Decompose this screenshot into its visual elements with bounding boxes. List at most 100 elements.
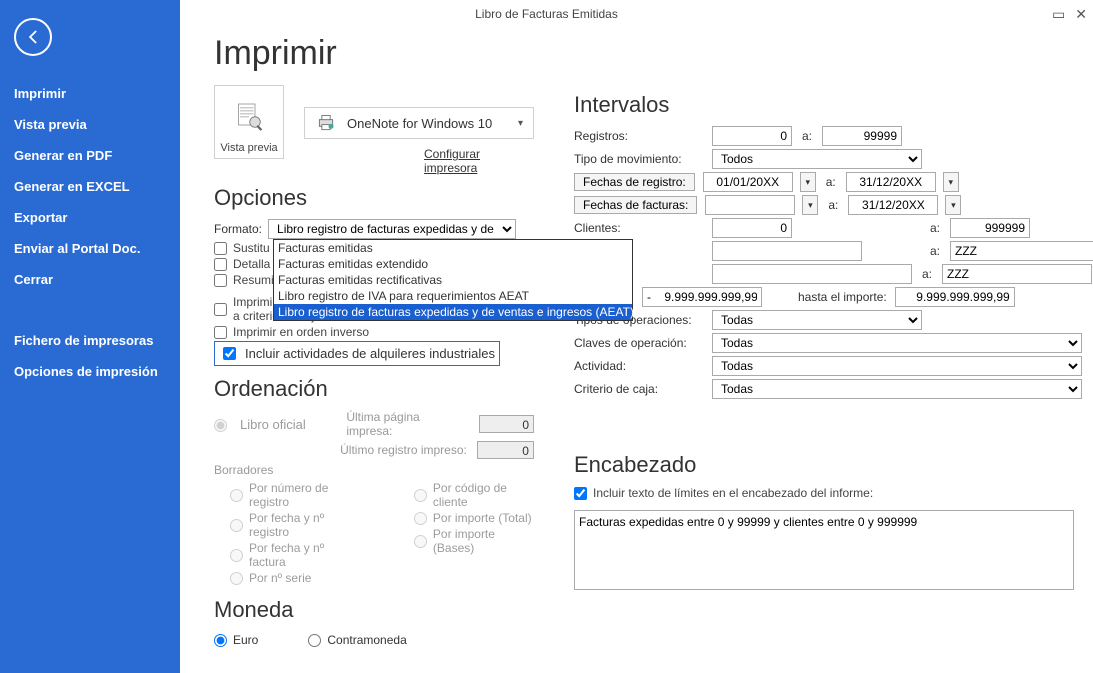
sidebar-item-generar-excel[interactable]: Generar en EXCEL [0, 171, 180, 202]
fechas-registro-button[interactable]: Fechas de registro: [574, 173, 695, 191]
tipo-mov-select[interactable]: Todos [712, 149, 922, 169]
fecha-reg-to[interactable] [846, 172, 936, 192]
ultima-pagina-label: Última página impresa: [346, 410, 469, 438]
date-from-picker[interactable]: ▾ [800, 172, 816, 192]
chk-alquileres-label: Incluir actividades de alquileres indust… [245, 346, 495, 361]
chk-alquileres[interactable] [223, 347, 236, 360]
chk-inverso[interactable] [214, 326, 227, 339]
ultimo-registro-label: Último registro impreso: [340, 443, 467, 457]
sidebar-item-exportar[interactable]: Exportar [0, 202, 180, 233]
radio-num-registro-label: Por número de registro [249, 481, 360, 509]
nif2-to[interactable] [942, 264, 1092, 284]
preview-icon [231, 100, 267, 138]
clientes-to[interactable] [950, 218, 1030, 238]
printer-select[interactable]: OneNote for Windows 10 ▾ [304, 107, 534, 139]
radio-codigo-cliente-label: Por código de cliente [433, 481, 534, 509]
sidebar-item-imprimir[interactable]: Imprimir [0, 78, 180, 109]
a-label-6: a: [920, 267, 934, 281]
format-option-4[interactable]: Libro registro de facturas expedidas y d… [274, 304, 632, 320]
chk-sustituir[interactable] [214, 242, 227, 255]
a-label-2: a: [824, 175, 838, 189]
ultima-pagina-value: 0 [479, 415, 534, 433]
fecha-fac-to[interactable] [848, 195, 938, 215]
date-to-picker[interactable]: ▾ [943, 172, 959, 192]
nif2-from[interactable] [712, 264, 912, 284]
chevron-down-icon: ▾ [518, 118, 523, 129]
chk-resumir-label: Resumi [233, 273, 274, 287]
hasta-importe[interactable] [895, 287, 1015, 307]
printer-icon [315, 113, 337, 133]
arrow-left-icon [23, 27, 43, 47]
date2-from-picker[interactable]: ▾ [802, 195, 818, 215]
intervalos-heading: Intervalos [574, 92, 1093, 118]
radio-importe-bases[interactable] [414, 535, 427, 548]
fecha-reg-from[interactable] [703, 172, 793, 192]
radio-euro[interactable] [214, 634, 227, 647]
actividad-select[interactable]: Todas [712, 356, 1082, 376]
a-label-3: a: [826, 198, 840, 212]
chk-detallar-label: Detalla [233, 257, 270, 271]
nif-to[interactable] [950, 241, 1093, 261]
desde-importe[interactable] [642, 287, 762, 307]
format-option-2[interactable]: Facturas emitidas rectificativas [274, 272, 632, 288]
registros-from[interactable] [712, 126, 792, 146]
sidebar-item-fichero-impresoras[interactable]: Fichero de impresoras [0, 325, 180, 356]
tipos-op-select[interactable]: Todas [712, 310, 922, 330]
chk-incluir-encabezado-label: Incluir texto de límites en el encabezad… [593, 486, 873, 500]
a-label-5: a: [928, 244, 942, 258]
preview-button[interactable]: Vista previa [214, 85, 284, 159]
ordenacion-heading: Ordenación [214, 376, 534, 402]
format-option-0[interactable]: Facturas emitidas [274, 240, 632, 256]
claves-op-select[interactable]: Todas [712, 333, 1082, 353]
chk-detallar[interactable] [214, 258, 227, 271]
radio-fecha-factura-label: Por fecha y nº factura [249, 541, 360, 569]
radio-fecha-factura[interactable] [230, 549, 243, 562]
criterio-label: Criterio de caja: [574, 382, 704, 396]
radio-num-serie[interactable] [230, 572, 243, 585]
sidebar-item-opciones-impresion[interactable]: Opciones de impresión [0, 356, 180, 387]
ultimo-registro-value: 0 [477, 441, 534, 459]
radio-importe-total-label: Por importe (Total) [433, 511, 532, 525]
radio-importe-total[interactable] [414, 512, 427, 525]
format-option-1[interactable]: Facturas emitidas extendido [274, 256, 632, 272]
radio-importe-bases-label: Por importe (Bases) [433, 527, 534, 555]
clientes-label: Clientes: [574, 221, 704, 235]
fechas-facturas-button[interactable]: Fechas de facturas: [574, 196, 697, 214]
page-title: Imprimir [214, 34, 534, 73]
sidebar-item-generar-pdf[interactable]: Generar en PDF [0, 140, 180, 171]
format-select[interactable]: Libro registro de facturas expedidas y d… [268, 219, 516, 239]
radio-fecha-registro[interactable] [230, 519, 243, 532]
radio-codigo-cliente[interactable] [414, 489, 427, 502]
registros-to[interactable] [822, 126, 902, 146]
printer-name: OneNote for Windows 10 [347, 116, 492, 131]
encabezado-textarea[interactable]: Facturas expedidas entre 0 y 99999 y cli… [574, 510, 1074, 590]
sidebar-item-vista-previa[interactable]: Vista previa [0, 109, 180, 140]
hasta-importe-label: hasta el importe: [798, 290, 887, 304]
radio-num-serie-label: Por nº serie [249, 571, 311, 585]
radio-libro-oficial[interactable] [214, 419, 227, 432]
radio-contramoneda[interactable] [308, 634, 321, 647]
radio-num-registro[interactable] [230, 489, 243, 502]
criterio-select[interactable]: Todas [712, 379, 1082, 399]
claves-op-label: Claves de operación: [574, 336, 704, 350]
sidebar-item-enviar-portal[interactable]: Enviar al Portal Doc. [0, 233, 180, 264]
nif-from[interactable] [712, 241, 862, 261]
borradores-label: Borradores [214, 463, 534, 477]
format-option-3[interactable]: Libro registro de IVA para requerimiento… [274, 288, 632, 304]
registros-label: Registros: [574, 129, 704, 143]
configure-printer-link[interactable]: Configurar impresora [424, 147, 534, 175]
radio-contramoneda-label: Contramoneda [327, 633, 406, 647]
chk-inverso-label: Imprimir en orden inverso [233, 325, 369, 339]
a-label-1: a: [800, 129, 814, 143]
date2-to-picker[interactable]: ▾ [945, 195, 961, 215]
fecha-fac-from[interactable] [705, 195, 795, 215]
format-label: Formato: [214, 222, 262, 236]
sidebar-item-cerrar[interactable]: Cerrar [0, 264, 180, 295]
moneda-heading: Moneda [214, 597, 534, 623]
clientes-from[interactable] [712, 218, 792, 238]
chk-resumir[interactable] [214, 274, 227, 287]
format-dropdown-list[interactable]: Facturas emitidas Facturas emitidas exte… [273, 239, 633, 321]
chk-incluir-encabezado[interactable] [574, 487, 587, 500]
a-label-4: a: [928, 221, 942, 235]
chk-cobro[interactable] [214, 303, 227, 316]
